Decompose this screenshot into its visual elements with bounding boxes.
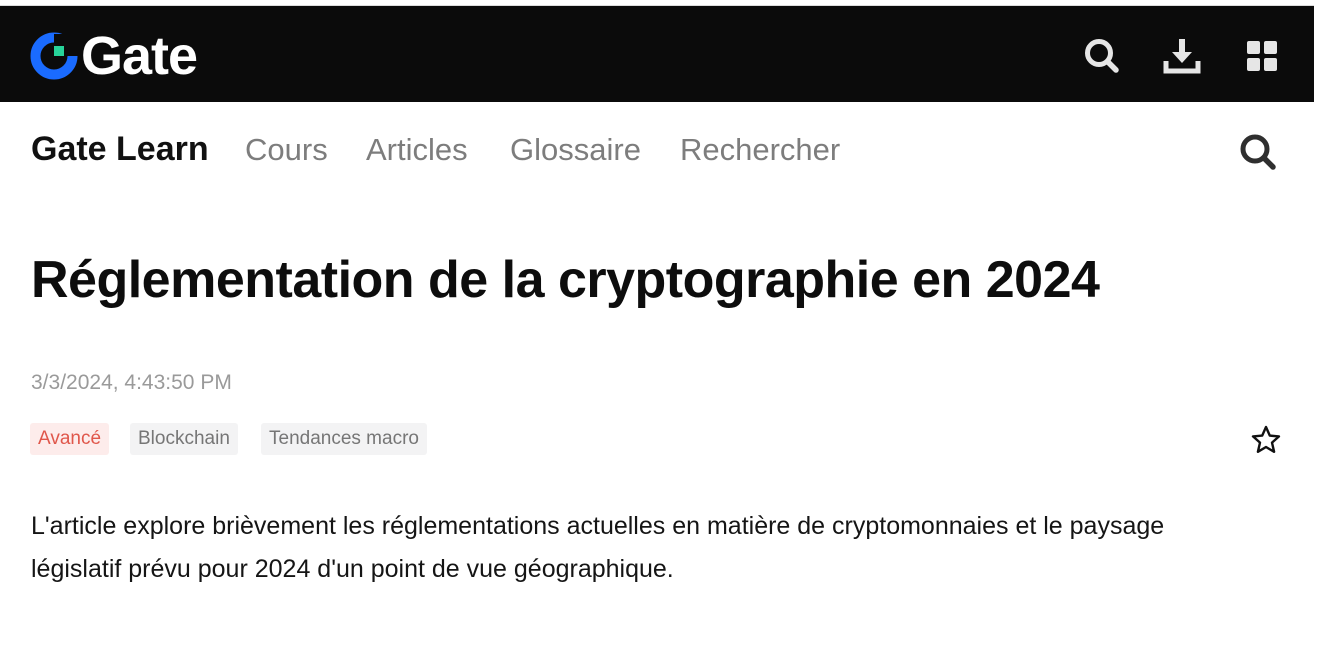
nav-link-cours[interactable]: Cours <box>245 132 328 168</box>
tag-avance[interactable]: Avancé <box>30 423 110 455</box>
article-date: 3/3/2024, 4:43:50 PM <box>31 371 232 394</box>
gate-logo-icon <box>30 32 78 80</box>
nav-link-articles[interactable]: Articles <box>366 132 468 168</box>
logo-text: Gate <box>81 26 198 86</box>
search-icon[interactable] <box>1238 132 1278 172</box>
top-bar: Gate <box>0 6 1314 102</box>
nav-link-rechercher[interactable]: Rechercher <box>680 132 840 168</box>
nav-brand-gate-learn[interactable]: Gate Learn <box>31 130 209 169</box>
learn-nav: Gate Learn Cours Articles Glossaire Rech… <box>0 102 1314 200</box>
tag-tendances-macro[interactable]: Tendances macro <box>261 423 427 455</box>
window-right-edge <box>1314 0 1318 652</box>
nav-link-glossaire[interactable]: Glossaire <box>510 132 641 168</box>
tag-blockchain[interactable]: Blockchain <box>130 423 238 455</box>
search-icon[interactable] <box>1082 36 1122 76</box>
article-summary: L'article explore brièvement les régleme… <box>31 512 1165 583</box>
star-icon[interactable] <box>1250 424 1282 456</box>
apps-grid-icon[interactable] <box>1242 36 1282 76</box>
article-title: Réglementation de la cryptographie en 20… <box>31 251 1100 309</box>
download-icon[interactable] <box>1162 36 1202 76</box>
gate-logo[interactable]: Gate <box>29 26 198 86</box>
